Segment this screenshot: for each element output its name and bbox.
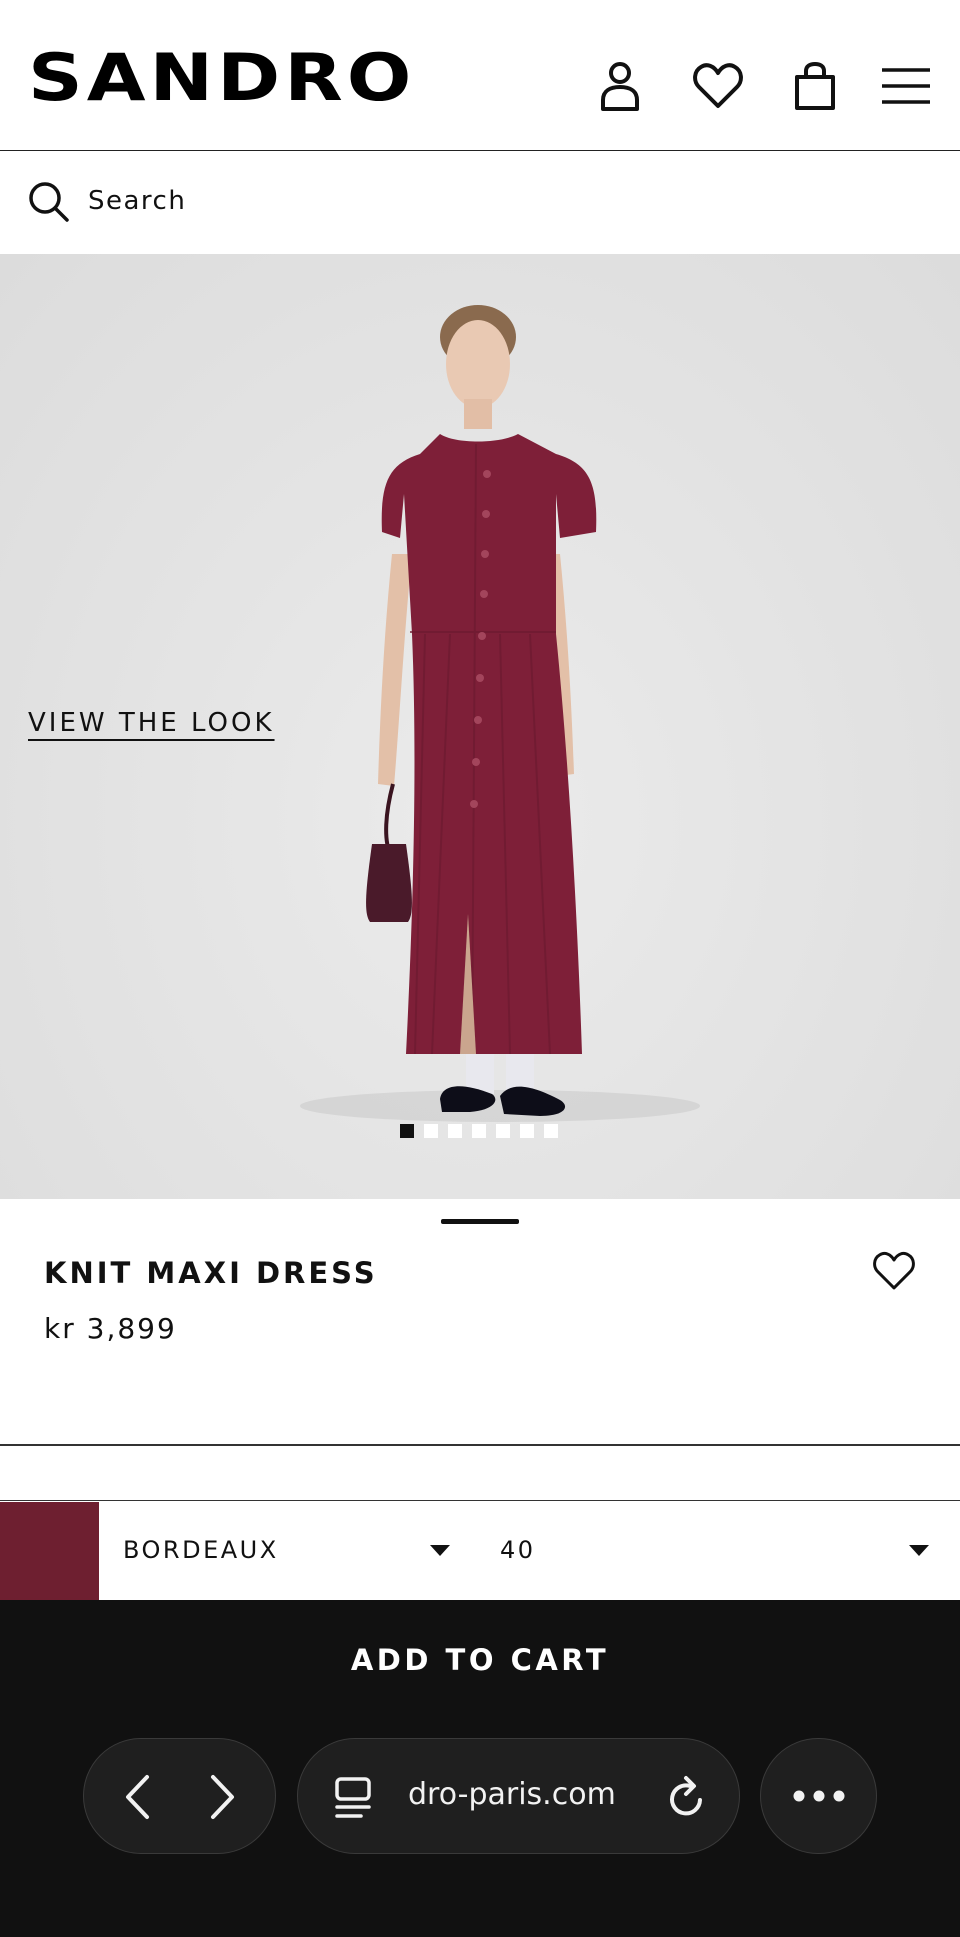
color-select[interactable]: BORDEAUX — [99, 1502, 459, 1600]
account-icon[interactable] — [590, 56, 650, 116]
variant-selector-row: BORDEAUX 40 — [0, 1500, 960, 1600]
url-text: dro-paris.com — [408, 1777, 616, 1812]
carousel-dot-1[interactable] — [400, 1124, 414, 1138]
search-icon — [29, 182, 69, 222]
site-header: SANDRO — [0, 0, 960, 151]
wishlist-heart-icon[interactable] — [688, 56, 748, 116]
size-select-value: 40 — [500, 1536, 536, 1564]
product-name: KNIT MAXI DRESS — [44, 1256, 378, 1290]
carousel-dot-4[interactable] — [472, 1124, 486, 1138]
add-to-wishlist-heart-icon[interactable] — [872, 1250, 920, 1296]
size-select[interactable]: 40 — [475, 1502, 960, 1600]
browser-more-button[interactable] — [760, 1738, 877, 1854]
view-the-look-link[interactable]: VIEW THE LOOK — [28, 708, 275, 738]
more-icon — [789, 1779, 849, 1813]
address-bar[interactable]: dro-paris.com — [297, 1738, 740, 1854]
carousel-dot-5[interactable] — [496, 1124, 510, 1138]
add-to-cart-button[interactable]: ADD TO CART — [0, 1600, 960, 1720]
browser-nav-group — [83, 1738, 276, 1854]
search-placeholder: Search — [88, 186, 187, 216]
back-icon[interactable] — [110, 1769, 166, 1825]
add-to-cart-label: ADD TO CART — [350, 1643, 610, 1677]
tabs-icon[interactable] — [330, 1775, 376, 1821]
reload-icon[interactable] — [663, 1773, 711, 1821]
color-swatch[interactable] — [0, 1502, 99, 1600]
bottom-panel: ADD TO CART dro-paris.com — [0, 1600, 960, 1937]
forward-icon[interactable] — [194, 1769, 250, 1825]
sandro-logo[interactable]: SANDRO — [28, 38, 415, 117]
section-divider — [0, 1444, 960, 1446]
carousel-dot-7[interactable] — [544, 1124, 558, 1138]
product-image-carousel[interactable]: VIEW THE LOOK — [0, 254, 960, 1199]
shopping-bag-icon[interactable] — [785, 56, 845, 116]
hamburger-menu-icon[interactable] — [876, 56, 936, 116]
product-price: kr 3,899 — [44, 1312, 177, 1345]
chevron-down-icon — [909, 1545, 929, 1556]
carousel-dot-3[interactable] — [448, 1124, 462, 1138]
color-select-value: BORDEAUX — [123, 1536, 279, 1564]
chevron-down-icon — [430, 1545, 450, 1556]
carousel-dot-6[interactable] — [520, 1124, 534, 1138]
drawer-handle[interactable] — [441, 1219, 519, 1224]
carousel-dot-2[interactable] — [424, 1124, 438, 1138]
carousel-indicator — [400, 1124, 558, 1138]
search-bar[interactable]: Search — [0, 152, 960, 254]
